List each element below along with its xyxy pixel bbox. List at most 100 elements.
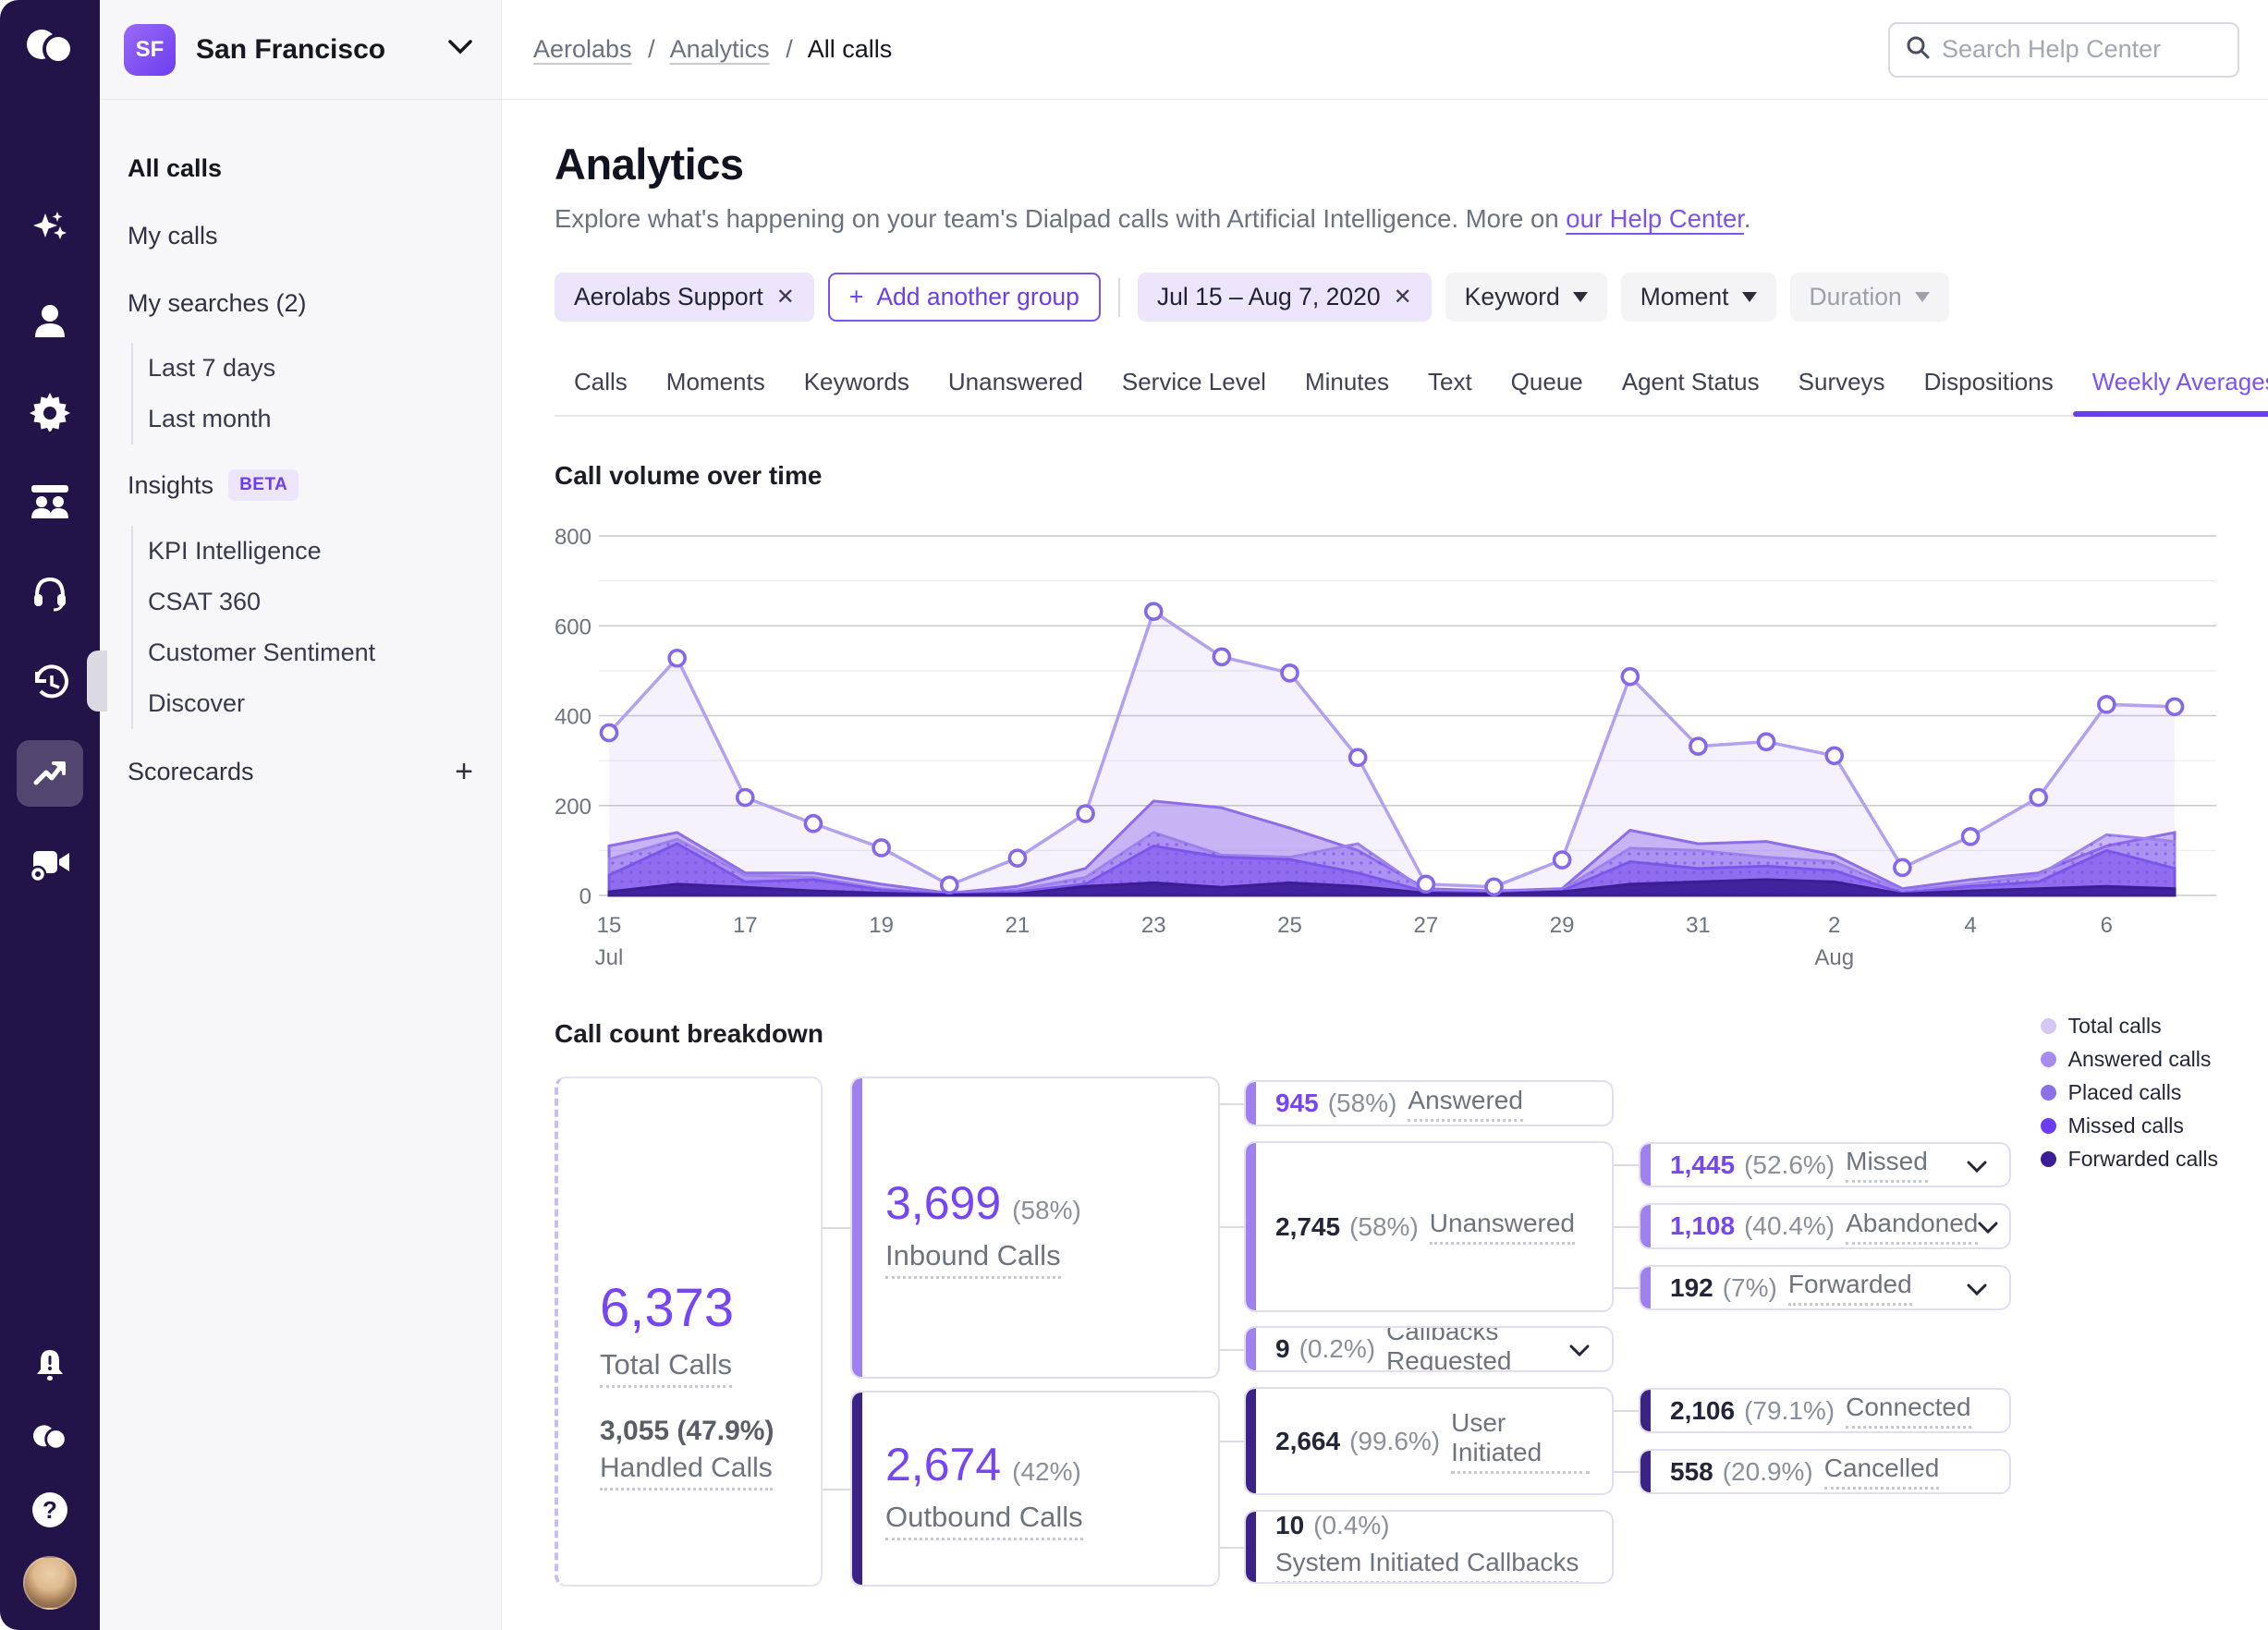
connected-node: 2,106 (79.1%) Connected <box>1639 1388 2011 1433</box>
team-name: San Francisco <box>196 33 386 65</box>
svg-text:600: 600 <box>555 614 591 639</box>
add-scorecard-button[interactable]: + <box>455 754 473 790</box>
tab-service-level[interactable]: Service Level <box>1103 359 1286 415</box>
sidebar-item-last-month[interactable]: Last month <box>148 394 501 444</box>
chevron-down-icon[interactable] <box>1978 1211 1998 1241</box>
svg-text:Aug: Aug <box>1814 945 1854 970</box>
svg-text:4: 4 <box>1964 913 1976 938</box>
breadcrumb-all-calls: All calls <box>807 35 893 63</box>
svg-text:200: 200 <box>555 795 591 820</box>
main-area: Aerolabs / Analytics / All calls Analyti… <box>502 0 2268 1630</box>
help-search[interactable] <box>1888 21 2239 78</box>
analytics-tabs: Calls Moments Keywords Unanswered Servic… <box>555 359 2268 417</box>
remove-group-filter-icon[interactable]: ✕ <box>776 284 795 310</box>
svg-text:?: ? <box>43 1496 57 1524</box>
date-range-chip[interactable]: Jul 15 – Aug 7, 2020 ✕ <box>1137 273 1432 322</box>
dialpad-mini-icon[interactable] <box>17 1412 83 1464</box>
tab-keywords[interactable]: Keywords <box>785 359 929 415</box>
group-filter-chip[interactable]: Aerolabs Support ✕ <box>555 273 814 322</box>
sidebar-item-all-calls[interactable]: All calls <box>128 135 501 202</box>
chevron-down-icon[interactable] <box>1569 1334 1590 1364</box>
tab-minutes[interactable]: Minutes <box>1286 359 1408 415</box>
abandoned-node[interactable]: 1,108 (40.4%) Abandoned <box>1639 1203 2011 1249</box>
breadcrumb-aerolabs[interactable]: Aerolabs <box>533 35 632 63</box>
sidebar: SF San Francisco All calls My calls My s… <box>100 0 502 1630</box>
duration-filter-dropdown[interactable]: Duration <box>1789 273 1949 322</box>
breakdown-title: Call count breakdown <box>555 1019 823 1048</box>
handled-calls-label: Handled Calls <box>600 1453 773 1490</box>
moment-filter-dropdown[interactable]: Moment <box>1620 273 1776 322</box>
tab-calls[interactable]: Calls <box>555 359 647 415</box>
app-rail: ? <box>0 0 107 1630</box>
support-headset-icon[interactable] <box>17 559 83 626</box>
sidebar-item-my-searches[interactable]: My searches (2) <box>128 270 501 337</box>
dialpad-logo-icon <box>21 24 79 75</box>
tab-queue[interactable]: Queue <box>1492 359 1603 415</box>
svg-text:Jul: Jul <box>595 945 624 970</box>
remove-date-filter-icon[interactable]: ✕ <box>1394 284 1412 310</box>
search-icon <box>1905 34 1931 65</box>
tab-surveys[interactable]: Surveys <box>1779 359 1905 415</box>
missed-node[interactable]: 1,445 (52.6%) Missed <box>1639 1142 2011 1187</box>
user-avatar[interactable] <box>23 1556 77 1610</box>
sidebar-item-discover[interactable]: Discover <box>148 678 501 729</box>
history-clock-icon[interactable] <box>17 650 83 716</box>
tab-agent-status[interactable]: Agent Status <box>1603 359 1779 415</box>
contact-center-icon[interactable] <box>17 468 83 535</box>
total-calls-value: 6,373 <box>600 1278 735 1338</box>
sidebar-item-my-calls[interactable]: My calls <box>128 202 501 270</box>
sidebar-item-scorecards[interactable]: Scorecards + <box>128 735 501 809</box>
chart-title: Call volume over time <box>555 461 823 490</box>
chevron-down-icon[interactable] <box>1967 1273 1987 1303</box>
search-input[interactable] <box>1942 35 2223 64</box>
sidebar-item-csat-360[interactable]: CSAT 360 <box>148 577 501 627</box>
keyword-filter-dropdown[interactable]: Keyword <box>1445 273 1607 322</box>
app-window: ? SF San Francisco All calls My calls My… <box>0 0 2268 1630</box>
contacts-icon[interactable] <box>17 287 83 354</box>
page-description: Explore what's happening on your team's … <box>555 204 1751 233</box>
handled-calls-value: 3,055 (47.9%) <box>600 1416 774 1446</box>
meetings-video-icon[interactable] <box>17 831 83 897</box>
sidebar-item-kpi-intelligence[interactable]: KPI Intelligence <box>148 526 501 577</box>
sidebar-item-customer-sentiment[interactable]: Customer Sentiment <box>148 627 501 678</box>
sidebar-item-last-7-days[interactable]: Last 7 days <box>148 343 501 394</box>
svg-text:21: 21 <box>1006 913 1030 938</box>
analytics-trend-icon[interactable] <box>17 740 83 807</box>
active-rail-indicator <box>87 651 107 712</box>
sidebar-item-insights[interactable]: Insights BETA <box>128 450 501 520</box>
call-volume-section: Call volume over time 0 200 400 600 800 15 17 1… <box>555 461 2218 980</box>
tab-text[interactable]: Text <box>1408 359 1492 415</box>
plus-icon: + <box>848 283 864 310</box>
answered-node: 945 (58%) Answered <box>1244 1080 1614 1126</box>
user-initiated-node: 2,664 (99.6%) User Initiated <box>1244 1387 1614 1495</box>
callbacks-requested-node[interactable]: 9 (0.2%) Callbacks Requested <box>1244 1326 1614 1372</box>
notifications-bell-icon[interactable] <box>17 1340 83 1392</box>
chevron-down-icon <box>1914 292 1930 302</box>
svg-text:2: 2 <box>1828 913 1840 938</box>
inbound-calls-node: 3,699 (58%) Inbound Calls <box>850 1077 1220 1379</box>
legend-item: Total calls <box>2040 1014 2218 1039</box>
chevron-down-icon[interactable] <box>1967 1150 1987 1180</box>
ai-sparkles-icon[interactable] <box>17 197 83 263</box>
tab-moments[interactable]: Moments <box>647 359 785 415</box>
tab-dispositions[interactable]: Dispositions <box>1905 359 2073 415</box>
legend-dot-total <box>2040 1018 2056 1034</box>
tab-weekly-averages[interactable]: Weekly Averages <box>2072 359 2268 417</box>
chevron-down-icon <box>1572 292 1588 302</box>
svg-text:31: 31 <box>1686 913 1711 938</box>
breadcrumb: Aerolabs / Analytics / All calls <box>533 35 893 63</box>
svg-text:23: 23 <box>1141 913 1166 938</box>
svg-text:6: 6 <box>2101 913 2113 938</box>
legend-dot-answered <box>2040 1052 2056 1067</box>
team-switcher[interactable]: SF San Francisco <box>100 0 501 100</box>
forwarded-node[interactable]: 192 (7%) Forwarded <box>1639 1265 2011 1310</box>
add-group-button[interactable]: + Add another group <box>827 273 1101 322</box>
tab-unanswered[interactable]: Unanswered <box>929 359 1103 415</box>
help-center-link[interactable]: our Help Center <box>1566 204 1744 233</box>
settings-gear-icon[interactable] <box>17 378 83 444</box>
svg-text:800: 800 <box>555 525 591 550</box>
help-icon[interactable]: ? <box>17 1484 83 1536</box>
svg-text:19: 19 <box>869 913 894 938</box>
breadcrumb-analytics[interactable]: Analytics <box>670 35 770 63</box>
svg-text:17: 17 <box>733 913 758 938</box>
